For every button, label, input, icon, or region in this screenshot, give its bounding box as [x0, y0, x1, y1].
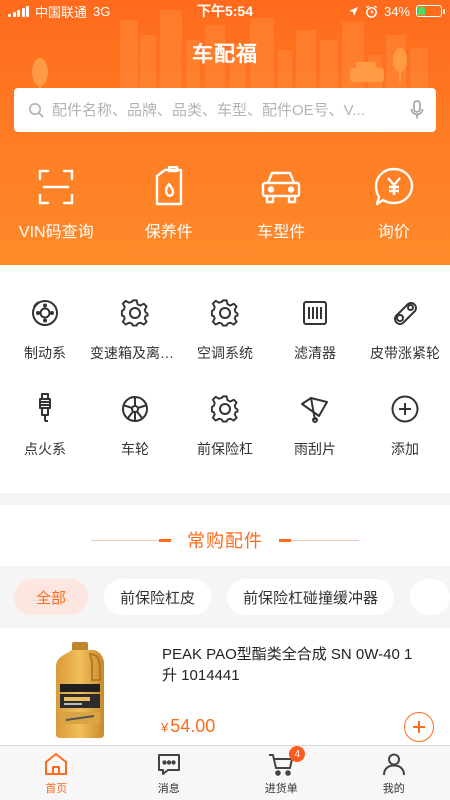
quick-actions: VIN码查询 保养件 车型件 询价 — [0, 160, 450, 242]
category-label: 空调系统 — [197, 345, 253, 361]
nav-home[interactable]: 首页 — [0, 746, 113, 800]
category-transmission[interactable]: 变速箱及离合器 — [90, 295, 180, 391]
product-card[interactable]: PEAK PAO型酯类全合成 SN 0W-40 1升 1014441 ¥54.0… — [0, 628, 450, 745]
quick-label-model: 车型件 — [257, 224, 306, 241]
add-circle-icon — [390, 391, 420, 427]
signal-icon — [8, 5, 29, 17]
gear-icon — [210, 295, 240, 331]
category-label: 点火系 — [24, 441, 66, 457]
gear-icon — [120, 295, 150, 331]
section-heading: 常购配件 — [0, 525, 450, 555]
add-to-cart-button[interactable] — [404, 712, 434, 742]
battery-icon — [416, 5, 445, 17]
carrier-label: 中国联通 — [35, 4, 88, 20]
category-label: 皮带涨紧轮 — [370, 345, 440, 361]
brake-disc-icon — [30, 295, 60, 331]
frequent-parts-section: 常购配件 全部 前保险杠皮 前保险杠碰撞缓冲器 PEAK PAO型酯类全合成 S… — [0, 505, 450, 745]
category-filters[interactable]: 滤清器 — [270, 295, 360, 391]
divider — [91, 538, 171, 542]
quick-vin-lookup[interactable]: VIN码查询 — [0, 160, 113, 242]
divider — [279, 538, 359, 542]
scan-icon — [36, 160, 76, 214]
quick-label-vin: VIN码查询 — [18, 224, 94, 241]
nav-purchase-list[interactable]: 4 进货单 — [225, 746, 338, 800]
alarm-icon — [365, 4, 377, 18]
home-icon — [43, 750, 69, 778]
category-wipers[interactable]: 雨刮片 — [270, 391, 360, 487]
category-belt-tensioner[interactable]: 皮带涨紧轮 — [360, 295, 450, 391]
category-label: 雨刮片 — [294, 441, 336, 457]
category-label: 制动系 — [24, 345, 66, 361]
nav-label: 进货单 — [264, 783, 298, 795]
section-title: 常购配件 — [187, 531, 263, 551]
category-label: 前保险杠 — [197, 441, 253, 457]
category-label: 变速箱及离合器 — [90, 345, 180, 361]
car-icon — [259, 160, 303, 214]
nav-label: 消息 — [157, 783, 180, 795]
search-icon — [29, 103, 44, 118]
nav-messages[interactable]: 消息 — [113, 746, 226, 800]
wiper-icon — [299, 391, 331, 427]
quick-label-maintenance: 保养件 — [144, 224, 193, 241]
oil-can-icon — [151, 160, 187, 214]
user-icon — [381, 750, 407, 778]
app-title: 车配福 — [192, 43, 258, 66]
status-bar: 中国联通 3G 下午5:54 34% — [0, 0, 450, 22]
cart-icon: 4 — [267, 746, 306, 778]
plus-icon — [413, 721, 425, 733]
category-add[interactable]: 添加 — [360, 391, 450, 487]
nav-label: 首页 — [45, 783, 68, 795]
product-price: ¥54.00 — [161, 716, 215, 737]
yen-bubble-icon — [373, 160, 415, 214]
wheel-icon — [120, 391, 150, 427]
category-wheels[interactable]: 车轮 — [90, 391, 180, 487]
category-air-conditioning[interactable]: 空调系统 — [180, 295, 270, 391]
quick-inquiry[interactable]: 询价 — [338, 160, 450, 242]
belt-tensioner-icon — [390, 295, 420, 331]
category-ignition[interactable]: 点火系 — [0, 391, 90, 487]
quick-model-parts[interactable]: 车型件 — [225, 160, 338, 242]
bottom-nav: 首页 消息 4 进货单 我的 — [0, 745, 450, 800]
nav-label: 我的 — [382, 783, 405, 795]
category-label: 车轮 — [121, 441, 149, 457]
message-icon — [156, 750, 182, 778]
category-label: 滤清器 — [294, 345, 336, 361]
filter-icon — [301, 295, 329, 331]
category-label: 添加 — [391, 441, 419, 457]
battery-percent: 34% — [383, 3, 410, 19]
gear-icon — [210, 391, 240, 427]
nav-profile[interactable]: 我的 — [338, 746, 450, 800]
category-front-bumper[interactable]: 前保险杠 — [180, 391, 270, 487]
currency-symbol: ¥ — [161, 720, 169, 735]
product-name: PEAK PAO型酯类全合成 SN 0W-40 1升 1014441 — [162, 646, 413, 684]
product-image — [56, 642, 104, 738]
quick-label-inquiry: 询价 — [377, 224, 410, 241]
search-input[interactable] — [52, 101, 410, 119]
microphone-icon[interactable] — [410, 100, 424, 120]
tab-front-bumper-skin[interactable]: 前保险杠皮 — [104, 579, 212, 615]
tab-front-bumper-absorber[interactable]: 前保险杠碰撞缓冲器 — [227, 579, 395, 615]
category-brake-system[interactable]: 制动系 — [0, 295, 90, 391]
spark-plug-icon — [35, 391, 55, 427]
header: 中国联通 3G 下午5:54 34% 车配福 配件名称、品牌、品类、车型、配件O… — [0, 0, 450, 265]
price-value: 54.00 — [170, 716, 216, 736]
tab-all[interactable]: 全部 — [14, 579, 89, 615]
tab-more[interactable] — [410, 579, 450, 615]
quick-maintenance-parts[interactable]: 保养件 — [113, 160, 226, 242]
category-grid: 制动系 变速箱及离合器 空调系统 滤清器 皮带涨紧轮 点火系 车轮 前保险杠 雨… — [0, 265, 450, 493]
search-bar[interactable] — [14, 88, 436, 132]
cart-badge: 4 — [289, 746, 306, 762]
filter-tabs: 全部 前保险杠皮 前保险杠碰撞缓冲器 — [0, 566, 450, 628]
network-label: 3G — [93, 3, 111, 19]
location-icon — [348, 6, 359, 16]
